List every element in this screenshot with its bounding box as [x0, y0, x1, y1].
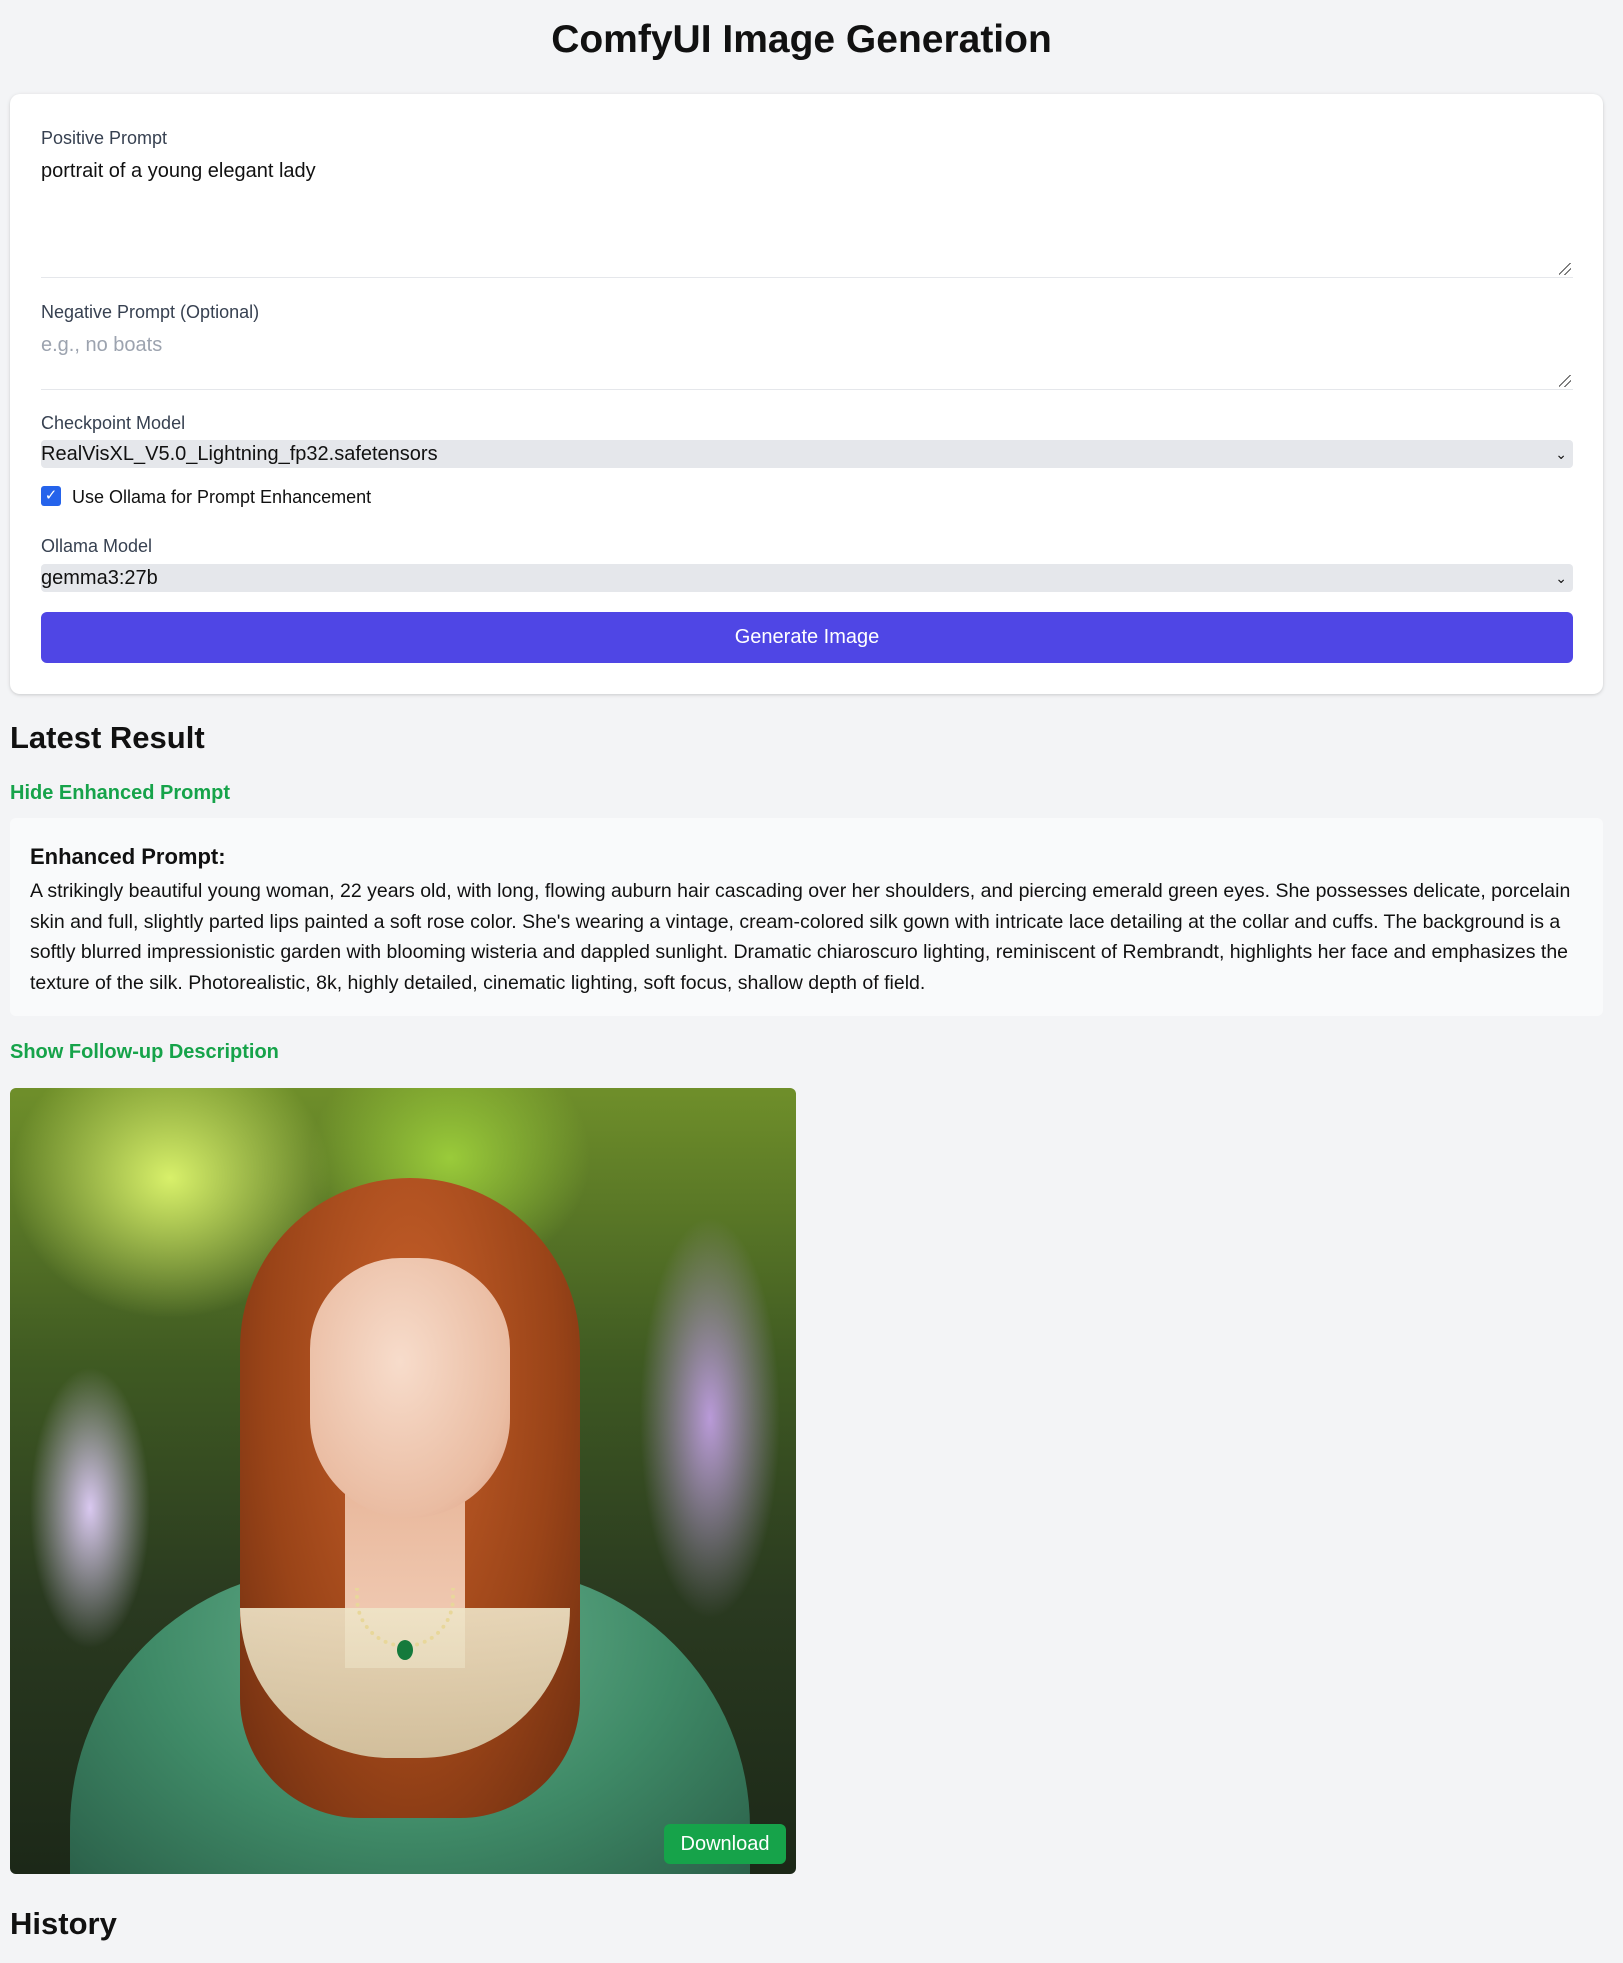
positive-prompt-value: portrait of a young elegant lady — [41, 160, 316, 182]
generated-image: Download — [10, 1088, 796, 1874]
chevron-down-icon: ⌄ — [1555, 446, 1567, 462]
portrait-gem-shape — [397, 1640, 413, 1660]
negative-prompt-placeholder: e.g., no boats — [41, 334, 163, 356]
portrait-face-shape — [310, 1258, 510, 1518]
enhanced-prompt-title: Enhanced Prompt: — [30, 844, 226, 869]
hide-enhanced-prompt-link[interactable]: Hide Enhanced Prompt — [10, 782, 230, 805]
checkpoint-model-select[interactable]: RealVisXL_V5.0_Lightning_fp32.safetensor… — [41, 440, 1573, 468]
history-heading: History — [10, 1906, 117, 1941]
ollama-checkbox-label[interactable]: Use Ollama for Prompt Enhancement — [72, 486, 371, 508]
show-followup-description-link[interactable]: Show Follow-up Description — [10, 1041, 279, 1064]
resize-handle-icon[interactable] — [1559, 375, 1571, 387]
latest-result-heading: Latest Result — [10, 720, 205, 755]
checkpoint-model-label: Checkpoint Model — [41, 413, 186, 433]
resize-handle-icon[interactable] — [1559, 263, 1571, 275]
negative-prompt-textarea[interactable]: e.g., no boats — [41, 326, 1573, 390]
generation-form-card: Positive Prompt portrait of a young eleg… — [10, 94, 1603, 694]
negative-prompt-label: Negative Prompt (Optional) — [41, 302, 260, 322]
generate-image-button[interactable]: Generate Image — [41, 612, 1573, 663]
ollama-model-select[interactable]: gemma3:27b ⌄ — [41, 564, 1573, 592]
download-button[interactable]: Download — [664, 1824, 786, 1864]
enhanced-prompt-text: A strikingly beautiful young woman, 22 y… — [30, 880, 1571, 994]
page-title: ComfyUI Image Generation — [551, 18, 1052, 61]
ollama-model-label: Ollama Model — [41, 536, 153, 556]
enhanced-prompt-box: Enhanced Prompt: A strikingly beautiful … — [10, 818, 1603, 1016]
checkpoint-model-value: RealVisXL_V5.0_Lightning_fp32.safetensor… — [41, 443, 438, 465]
ollama-checkbox[interactable]: ✓ — [41, 486, 61, 506]
positive-prompt-label: Positive Prompt — [41, 128, 168, 148]
ollama-model-value: gemma3:27b — [41, 567, 158, 589]
positive-prompt-textarea[interactable]: portrait of a young elegant lady — [41, 152, 1573, 278]
chevron-down-icon: ⌄ — [1555, 570, 1567, 586]
